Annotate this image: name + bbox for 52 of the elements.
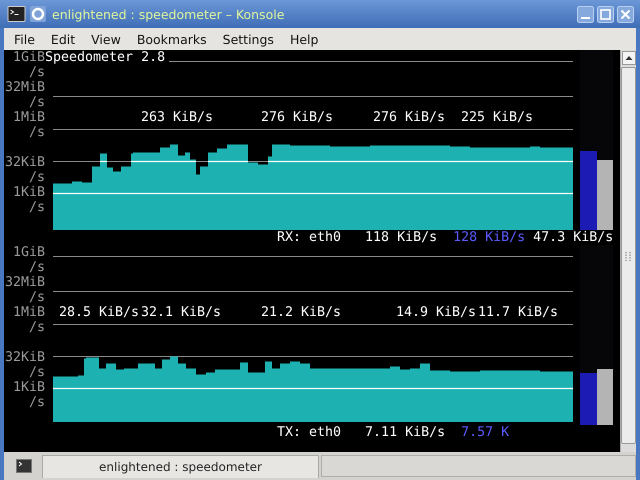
- minimize-button[interactable]: [577, 6, 594, 22]
- axis-label: 1MiB: [12, 110, 45, 125]
- axis-unit: /s: [28, 365, 45, 380]
- window-title: enlightened : speedometer – Konsole: [52, 6, 284, 22]
- axis-unit: /s: [28, 395, 45, 410]
- current-reading: 118 KiB/s: [365, 230, 438, 245]
- axis-unit: /s: [28, 290, 45, 305]
- axis-unit: /s: [28, 260, 45, 275]
- axis-label: 32MiB: [4, 275, 45, 290]
- interface-label: RX: eth0: [277, 230, 342, 245]
- scroll-up-icon[interactable]: [622, 51, 636, 65]
- peak-label: 11.7 KiB/s: [478, 305, 558, 320]
- terminal-icon[interactable]: [7, 6, 26, 22]
- peak-label: 276 KiB/s: [261, 110, 334, 125]
- current-reading: 7.11 KiB/s: [365, 425, 446, 440]
- axis-label: 1KiB: [12, 185, 45, 200]
- average-reading: 7.57 K: [461, 425, 510, 440]
- terminal-icon[interactable]: [16, 459, 32, 473]
- menu-item[interactable]: Bookmarks: [128, 32, 215, 46]
- menu-item[interactable]: Edit: [42, 32, 84, 46]
- interface-label: TX: eth0: [277, 425, 342, 440]
- menu-item[interactable]: Settings: [214, 32, 282, 46]
- axis-label: 1KiB: [12, 380, 45, 395]
- axis-label: 1GiB: [12, 245, 45, 260]
- app-title: Speedometer 2.8: [45, 50, 170, 65]
- axis-label: 1MiB: [12, 305, 45, 320]
- peak-label: 225 KiB/s: [461, 110, 534, 125]
- close-button[interactable]: [617, 6, 634, 22]
- axis-unit: /s: [28, 65, 45, 80]
- tab[interactable]: enlightened : speedometer: [42, 454, 319, 478]
- axis-label: 32MiB: [4, 80, 45, 95]
- peak-label: 263 KiB/s: [141, 110, 214, 125]
- menu-item[interactable]: File: [6, 32, 43, 46]
- axis-label: 32KiB: [4, 350, 45, 365]
- axis-label: 1GiB: [12, 50, 45, 65]
- average-reading: 128 KiB/s: [453, 230, 526, 245]
- axis-unit: /s: [28, 125, 45, 140]
- menu-item[interactable]: Help: [282, 32, 326, 46]
- axis-unit: /s: [28, 170, 45, 185]
- grip-icon: [624, 250, 634, 262]
- axis-unit: /s: [28, 320, 45, 335]
- peak-label: 28.5 KiB/s: [59, 305, 140, 320]
- peak-label: 14.9 KiB/s: [396, 305, 476, 320]
- peak-label: 276 KiB/s: [373, 110, 446, 125]
- reading: 47.3 KiB/s: [533, 230, 614, 245]
- peak-label: 21.2 KiB/s: [261, 305, 342, 320]
- axis-label: 32KiB: [4, 155, 45, 170]
- peak-label: 32.1 KiB/s: [141, 305, 222, 320]
- axis-unit: /s: [28, 200, 45, 215]
- axis-unit: /s: [28, 95, 45, 110]
- menu-item[interactable]: View: [83, 32, 129, 46]
- maximize-button[interactable]: [597, 6, 614, 22]
